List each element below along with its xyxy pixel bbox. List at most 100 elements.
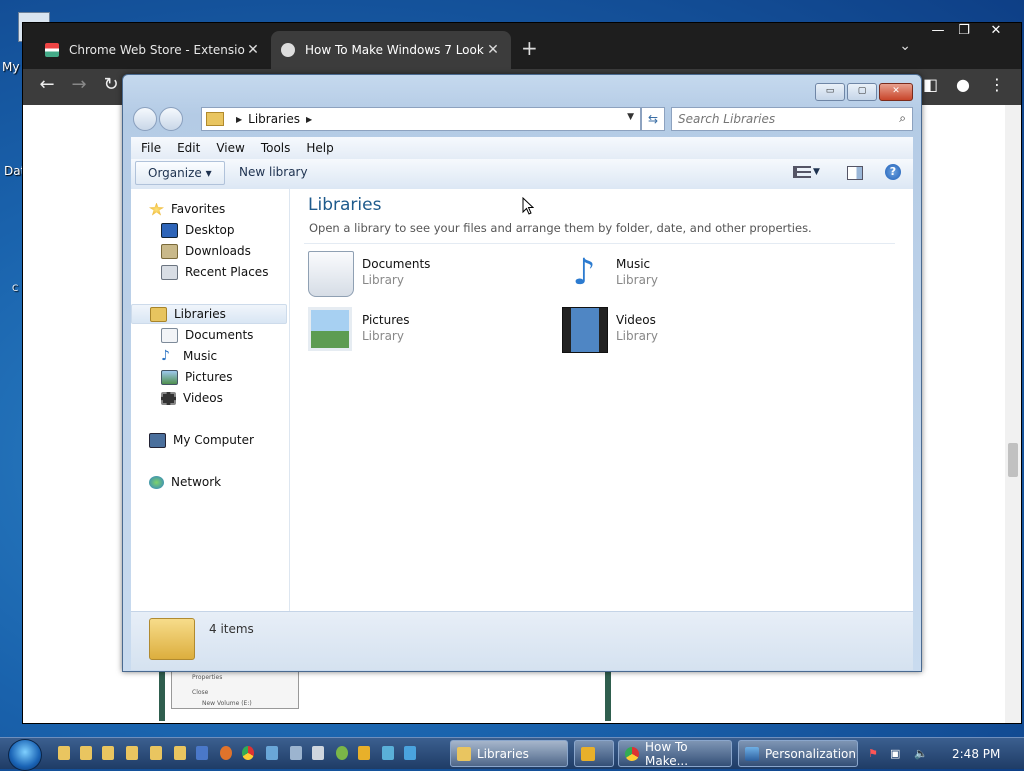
taskbar-button-label: How To Make... (645, 739, 689, 768)
context-menu-item: Close (192, 689, 209, 696)
breadcrumb-arrow-icon[interactable]: ▶ (236, 115, 242, 124)
menu-file[interactable]: File (141, 141, 161, 155)
nav-my-computer[interactable]: My Computer (149, 430, 254, 450)
app-quicklaunch-icon[interactable] (336, 746, 348, 760)
library-music[interactable]: ♪ Music Library (562, 249, 802, 297)
back-icon[interactable] (133, 107, 157, 131)
menu-tools[interactable]: Tools (261, 141, 291, 155)
nav-desktop[interactable]: Desktop (161, 220, 235, 240)
library-pictures[interactable]: Pictures Library (308, 305, 548, 353)
side-panel-icon[interactable]: ◧ (923, 75, 938, 94)
library-folder-icon (150, 306, 167, 322)
taskbar-button-chrome[interactable]: How To Make... (618, 739, 732, 768)
change-view-icon[interactable] (793, 166, 811, 178)
tab-search-icon[interactable]: ⌄ (899, 38, 911, 54)
printer-icon[interactable] (312, 746, 324, 760)
app-quicklaunch-icon[interactable] (404, 746, 416, 760)
organize-button[interactable]: Organize ▾ (135, 161, 225, 185)
volume-icon[interactable]: 🔈 (914, 747, 928, 760)
nav-music[interactable]: ♪ Music (161, 346, 217, 366)
folder-quicklaunch-icon[interactable] (80, 746, 92, 760)
nav-documents[interactable]: Documents (161, 325, 253, 345)
app-quicklaunch-icon[interactable] (266, 746, 278, 760)
search-input[interactable] (672, 108, 880, 130)
page-scrollbar[interactable] (1005, 105, 1021, 723)
close-button[interactable]: ✕ (879, 83, 913, 101)
folder-quicklaunch-icon[interactable] (102, 746, 114, 760)
chrome-icon[interactable] (242, 746, 254, 760)
nav-downloads[interactable]: Downloads (161, 241, 251, 261)
nav-network[interactable]: Network (149, 472, 221, 492)
library-name: Music (616, 257, 651, 271)
minimize-button[interactable]: ▭ (815, 83, 845, 101)
taskbar: Libraries How To Make... Personalization… (0, 737, 1024, 771)
app-quicklaunch-icon[interactable] (382, 746, 394, 760)
view-dropdown-icon[interactable]: ▼ (813, 167, 820, 177)
clock[interactable]: 2:48 PM (952, 747, 1000, 761)
taskbar-button-libraries[interactable]: Libraries (450, 740, 568, 767)
scroll-thumb[interactable] (1008, 443, 1018, 477)
close-tab-icon[interactable]: ✕ (485, 42, 501, 58)
tab-label: How To Make Windows 7 Look and (305, 43, 485, 57)
app-quicklaunch-icon[interactable] (290, 746, 302, 760)
tab-web-store[interactable]: Chrome Web Store - Extensions ✕ (35, 31, 271, 69)
library-type: Library (362, 273, 404, 287)
folder-quicklaunch-icon[interactable] (150, 746, 162, 760)
library-videos[interactable]: Videos Library (562, 305, 802, 353)
close-tab-icon[interactable]: ✕ (245, 42, 261, 58)
menu-help[interactable]: Help (306, 141, 333, 155)
breadcrumb-arrow-icon[interactable]: ▶ (306, 115, 312, 124)
nav-pictures[interactable]: Pictures (161, 367, 233, 387)
forward-icon[interactable] (159, 107, 183, 131)
restore-button[interactable]: ❐ (949, 23, 979, 41)
menu-edit[interactable]: Edit (177, 141, 200, 155)
back-icon[interactable]: ← (33, 74, 61, 95)
desktop-label: My (2, 60, 20, 74)
taskbar-button-media[interactable] (574, 740, 614, 767)
close-button[interactable]: ✕ (981, 23, 1011, 41)
profile-icon[interactable]: ● (956, 75, 970, 94)
computer-icon (149, 432, 166, 448)
navigation-pane: Favorites Desktop Downloads Recent Place… (131, 189, 290, 611)
new-library-button[interactable]: New library (239, 165, 308, 179)
library-documents[interactable]: Documents Library (308, 249, 548, 297)
forward-icon[interactable]: → (65, 74, 93, 95)
personalization-icon (745, 746, 759, 761)
library-folder-icon (457, 746, 471, 761)
app-quicklaunch-icon[interactable] (196, 746, 208, 760)
address-bar[interactable]: ▶ Libraries ▶ ▼ (201, 107, 641, 131)
nav-videos[interactable]: Videos (161, 388, 223, 408)
folder-quicklaunch-icon[interactable] (58, 746, 70, 760)
maximize-button[interactable]: ▢ (847, 83, 877, 101)
address-dropdown-icon[interactable]: ▼ (627, 112, 634, 122)
library-name: Videos (616, 313, 656, 327)
folder-quicklaunch-icon[interactable] (174, 746, 186, 760)
help-icon[interactable]: ? (885, 164, 901, 180)
command-bar: Organize ▾ New library ▼ ? (131, 159, 913, 190)
start-button[interactable] (8, 739, 42, 771)
reload-icon[interactable]: ↻ (97, 74, 125, 95)
nav-libraries[interactable]: Libraries (131, 304, 287, 324)
breadcrumb-libraries[interactable]: Libraries (248, 112, 300, 126)
action-center-icon[interactable]: ⚑ (868, 747, 878, 760)
media-player-icon[interactable] (358, 746, 370, 760)
nav-recent-places[interactable]: Recent Places (161, 262, 268, 282)
pictures-library-icon (308, 307, 352, 351)
mouse-cursor-icon (522, 197, 534, 215)
folder-quicklaunch-icon[interactable] (126, 746, 138, 760)
preview-pane-icon[interactable] (847, 166, 863, 180)
library-name: Documents (362, 257, 431, 271)
search-box[interactable]: ⌕ (671, 107, 913, 131)
menu-view[interactable]: View (216, 141, 244, 155)
nav-favorites[interactable]: Favorites (149, 199, 225, 219)
menu-icon[interactable]: ⋮ (989, 75, 1005, 94)
search-icon[interactable]: ⌕ (899, 111, 906, 126)
refresh-icon[interactable]: ⇆ (641, 107, 665, 131)
network-tray-icon[interactable]: ▣ (890, 747, 900, 760)
taskbar-button-personalization[interactable]: Personalization (738, 740, 858, 767)
downloads-icon (161, 243, 178, 259)
nav-label: Pictures (185, 370, 233, 384)
firefox-icon[interactable] (220, 746, 232, 760)
new-tab-button[interactable]: + (521, 36, 538, 60)
tab-how-to[interactable]: How To Make Windows 7 Look and ✕ (271, 31, 511, 69)
